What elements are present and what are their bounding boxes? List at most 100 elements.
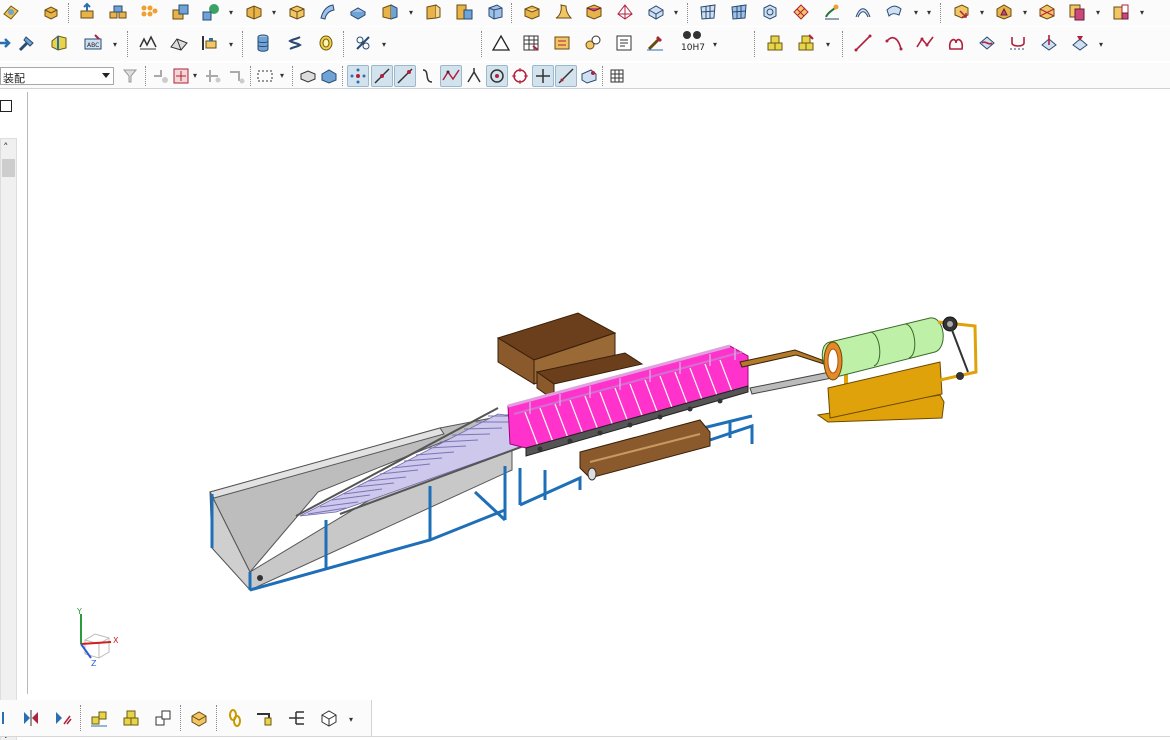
sphere-icon[interactable] bbox=[169, 1, 191, 23]
maximize-icon[interactable] bbox=[0, 100, 12, 112]
cylinder-icon[interactable] bbox=[252, 32, 274, 54]
dropdown-arrow-icon[interactable]: ▾ bbox=[674, 9, 682, 17]
dropdown-arrow-icon[interactable]: ▾ bbox=[826, 41, 834, 49]
split-body-icon[interactable] bbox=[379, 1, 401, 23]
mesh-surface-icon[interactable] bbox=[614, 1, 636, 23]
drain-valve[interactable] bbox=[257, 575, 263, 581]
section-curve-icon[interactable] bbox=[1038, 32, 1060, 54]
graphics-viewport[interactable]: Y X Z bbox=[29, 92, 1170, 694]
coin-icon[interactable] bbox=[315, 32, 337, 54]
surface-icon[interactable] bbox=[286, 1, 308, 23]
wave-icon[interactable] bbox=[137, 32, 159, 54]
text-icon[interactable]: ABC bbox=[82, 32, 104, 54]
dropdown-arrow-icon[interactable]: ▾ bbox=[229, 9, 237, 17]
replace-component-icon[interactable] bbox=[1110, 1, 1132, 23]
rotary-drum[interactable] bbox=[816, 316, 978, 423]
box-select-icon[interactable] bbox=[254, 65, 276, 87]
explode-icon[interactable] bbox=[950, 1, 972, 23]
network-icon[interactable] bbox=[286, 707, 308, 729]
blend-icon[interactable] bbox=[697, 1, 719, 23]
dropdown-arrow-icon[interactable]: ▾ bbox=[272, 9, 280, 17]
triangle-icon[interactable] bbox=[490, 32, 512, 54]
section-icon[interactable] bbox=[821, 1, 843, 23]
dropdown-arrow-icon[interactable]: ▾ bbox=[980, 9, 988, 17]
assembly-icon[interactable] bbox=[852, 1, 874, 23]
dropdown-arrow-icon[interactable]: ▾ bbox=[409, 9, 417, 17]
dropdown-arrow-icon[interactable]: ▾ bbox=[914, 9, 922, 17]
trim-body-icon[interactable] bbox=[316, 1, 338, 23]
snap-on-curve-icon[interactable] bbox=[394, 65, 416, 87]
fold-icon[interactable] bbox=[168, 32, 190, 54]
component-icon[interactable] bbox=[883, 1, 905, 23]
dropdown-arrow-icon[interactable]: ▾ bbox=[1140, 9, 1148, 17]
curve-network-icon[interactable] bbox=[759, 1, 781, 23]
rect-select-icon[interactable] bbox=[226, 65, 248, 87]
scroll-thumb[interactable] bbox=[2, 159, 15, 177]
dropdown-arrow-icon[interactable]: ▾ bbox=[1096, 9, 1104, 17]
box-icon[interactable] bbox=[200, 1, 222, 23]
note-icon[interactable] bbox=[613, 32, 635, 54]
snap-slash-icon[interactable] bbox=[555, 65, 577, 87]
mode-selector[interactable]: 装配 bbox=[0, 67, 114, 85]
snap-center-icon[interactable] bbox=[486, 65, 508, 87]
transfer-chute[interactable] bbox=[739, 349, 833, 395]
bridge-icon[interactable] bbox=[1007, 32, 1029, 54]
face-select-icon[interactable] bbox=[318, 65, 340, 87]
extrude-icon[interactable] bbox=[40, 1, 62, 23]
line-icon[interactable] bbox=[852, 32, 874, 54]
filter-icon[interactable] bbox=[119, 65, 141, 87]
dropdown-arrow-icon[interactable]: ▾ bbox=[1099, 41, 1107, 49]
grid-surface-icon[interactable] bbox=[645, 1, 667, 23]
snap-tangent-icon[interactable] bbox=[417, 65, 439, 87]
fill-surface-icon[interactable] bbox=[728, 1, 750, 23]
sweep-icon[interactable] bbox=[453, 1, 475, 23]
grid-icon[interactable] bbox=[606, 65, 628, 87]
shaded-box-icon[interactable] bbox=[347, 1, 369, 23]
scroll-up-icon[interactable]: ˄ bbox=[3, 141, 9, 154]
vertical-scrollbar[interactable]: ˄ ˅ bbox=[0, 138, 17, 740]
snap-quadrant-icon[interactable] bbox=[509, 65, 531, 87]
dropdown-arrow-icon[interactable]: ▾ bbox=[280, 72, 288, 80]
arc-icon[interactable] bbox=[883, 32, 905, 54]
thicken-icon[interactable] bbox=[521, 1, 543, 23]
clone-icon[interactable] bbox=[1036, 1, 1058, 23]
solid-select-icon[interactable] bbox=[297, 65, 319, 87]
snap-grid-icon[interactable] bbox=[203, 65, 225, 87]
dropdown-arrow-icon[interactable]: ▾ bbox=[927, 9, 935, 17]
parts-icon[interactable] bbox=[582, 32, 604, 54]
dropdown-arrow-icon[interactable]: ▾ bbox=[349, 716, 357, 724]
assembly-constraint-icon[interactable] bbox=[0, 707, 14, 729]
dropdown-arrow-icon[interactable]: ▾ bbox=[193, 72, 201, 80]
block-group-icon[interactable] bbox=[76, 1, 98, 23]
angle-icon[interactable] bbox=[52, 707, 74, 729]
chain-icon[interactable] bbox=[224, 707, 246, 729]
component-array-icon[interactable] bbox=[88, 707, 110, 729]
move-icon[interactable] bbox=[0, 32, 16, 54]
shaded-component-icon[interactable] bbox=[318, 707, 340, 729]
solid-box-icon[interactable] bbox=[484, 1, 506, 23]
assembly-model[interactable] bbox=[29, 92, 1170, 694]
thread-icon[interactable] bbox=[352, 32, 374, 54]
shell-icon[interactable] bbox=[0, 1, 22, 23]
dropdown-arrow-icon[interactable]: ▾ bbox=[382, 41, 390, 49]
dropdown-arrow-icon[interactable]: ▾ bbox=[713, 41, 721, 49]
curve-wrap-icon[interactable] bbox=[976, 32, 998, 54]
snap-end-icon[interactable] bbox=[347, 65, 369, 87]
dropdown-arrow-icon[interactable]: ▾ bbox=[229, 41, 237, 49]
stack2-icon[interactable] bbox=[795, 32, 817, 54]
align-icon[interactable] bbox=[20, 707, 42, 729]
view-triad[interactable]: Y X Z bbox=[71, 606, 131, 668]
project-icon[interactable] bbox=[1069, 32, 1091, 54]
select-scope-icon[interactable] bbox=[150, 65, 172, 87]
mate-icon[interactable] bbox=[993, 1, 1015, 23]
tolerance-icon[interactable]: 10H7 bbox=[678, 30, 712, 52]
trim-sheet-icon[interactable] bbox=[790, 1, 812, 23]
chamfer-icon[interactable] bbox=[48, 32, 70, 54]
cube-icon[interactable] bbox=[243, 1, 265, 23]
spline-icon[interactable] bbox=[945, 32, 967, 54]
spring-icon[interactable] bbox=[284, 32, 306, 54]
mark-icon[interactable] bbox=[551, 32, 573, 54]
revolve-icon[interactable] bbox=[583, 1, 605, 23]
layout-icon[interactable] bbox=[188, 707, 210, 729]
dropdown-arrow-icon[interactable]: ▾ bbox=[113, 41, 121, 49]
